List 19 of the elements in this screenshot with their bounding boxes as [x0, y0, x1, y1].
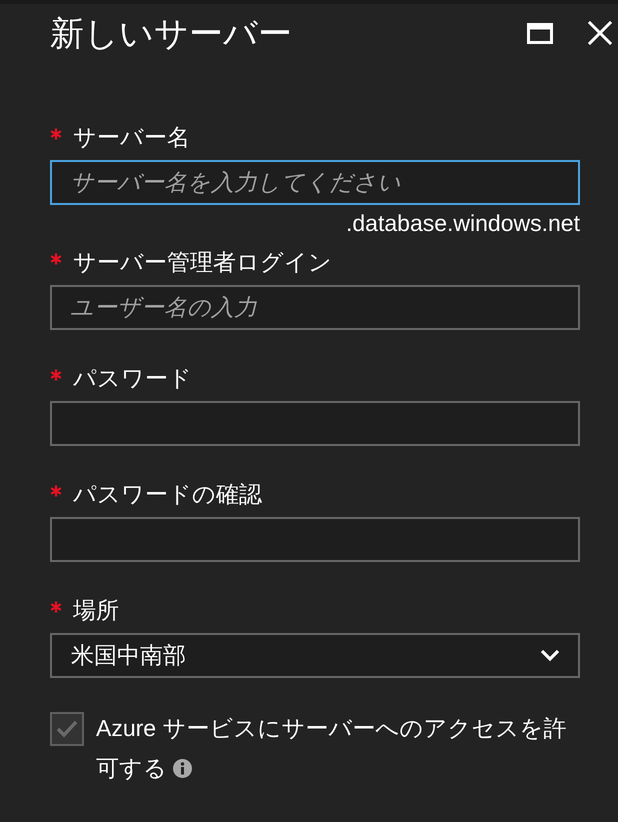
password-field[interactable]	[50, 517, 580, 562]
location-dropdown[interactable]: 米国中南部	[50, 633, 580, 678]
domain-suffix: .database.windows.net	[345, 209, 580, 238]
password-field[interactable]	[50, 401, 580, 446]
checkmark-icon	[56, 720, 78, 738]
field-label: パスワードの確認	[73, 480, 262, 509]
checkbox-label: Azure サービスにサーバーへのアクセスを許可する	[96, 715, 566, 781]
maximize-icon	[527, 22, 553, 44]
chevron-down-icon	[540, 649, 560, 662]
text-field[interactable]: サーバー名を入力してください	[50, 160, 580, 205]
field-label: サーバー管理者ログイン	[73, 248, 332, 277]
field-label: パスワード	[73, 364, 192, 393]
close-button[interactable]	[588, 21, 612, 45]
close-icon	[588, 21, 612, 45]
field-label: 場所	[73, 596, 119, 625]
text-field[interactable]: ユーザー名の入力	[50, 285, 580, 330]
panel-title: 新しいサーバー	[50, 14, 292, 55]
field-label: サーバー名	[73, 123, 190, 152]
maximize-button[interactable]	[527, 21, 553, 45]
